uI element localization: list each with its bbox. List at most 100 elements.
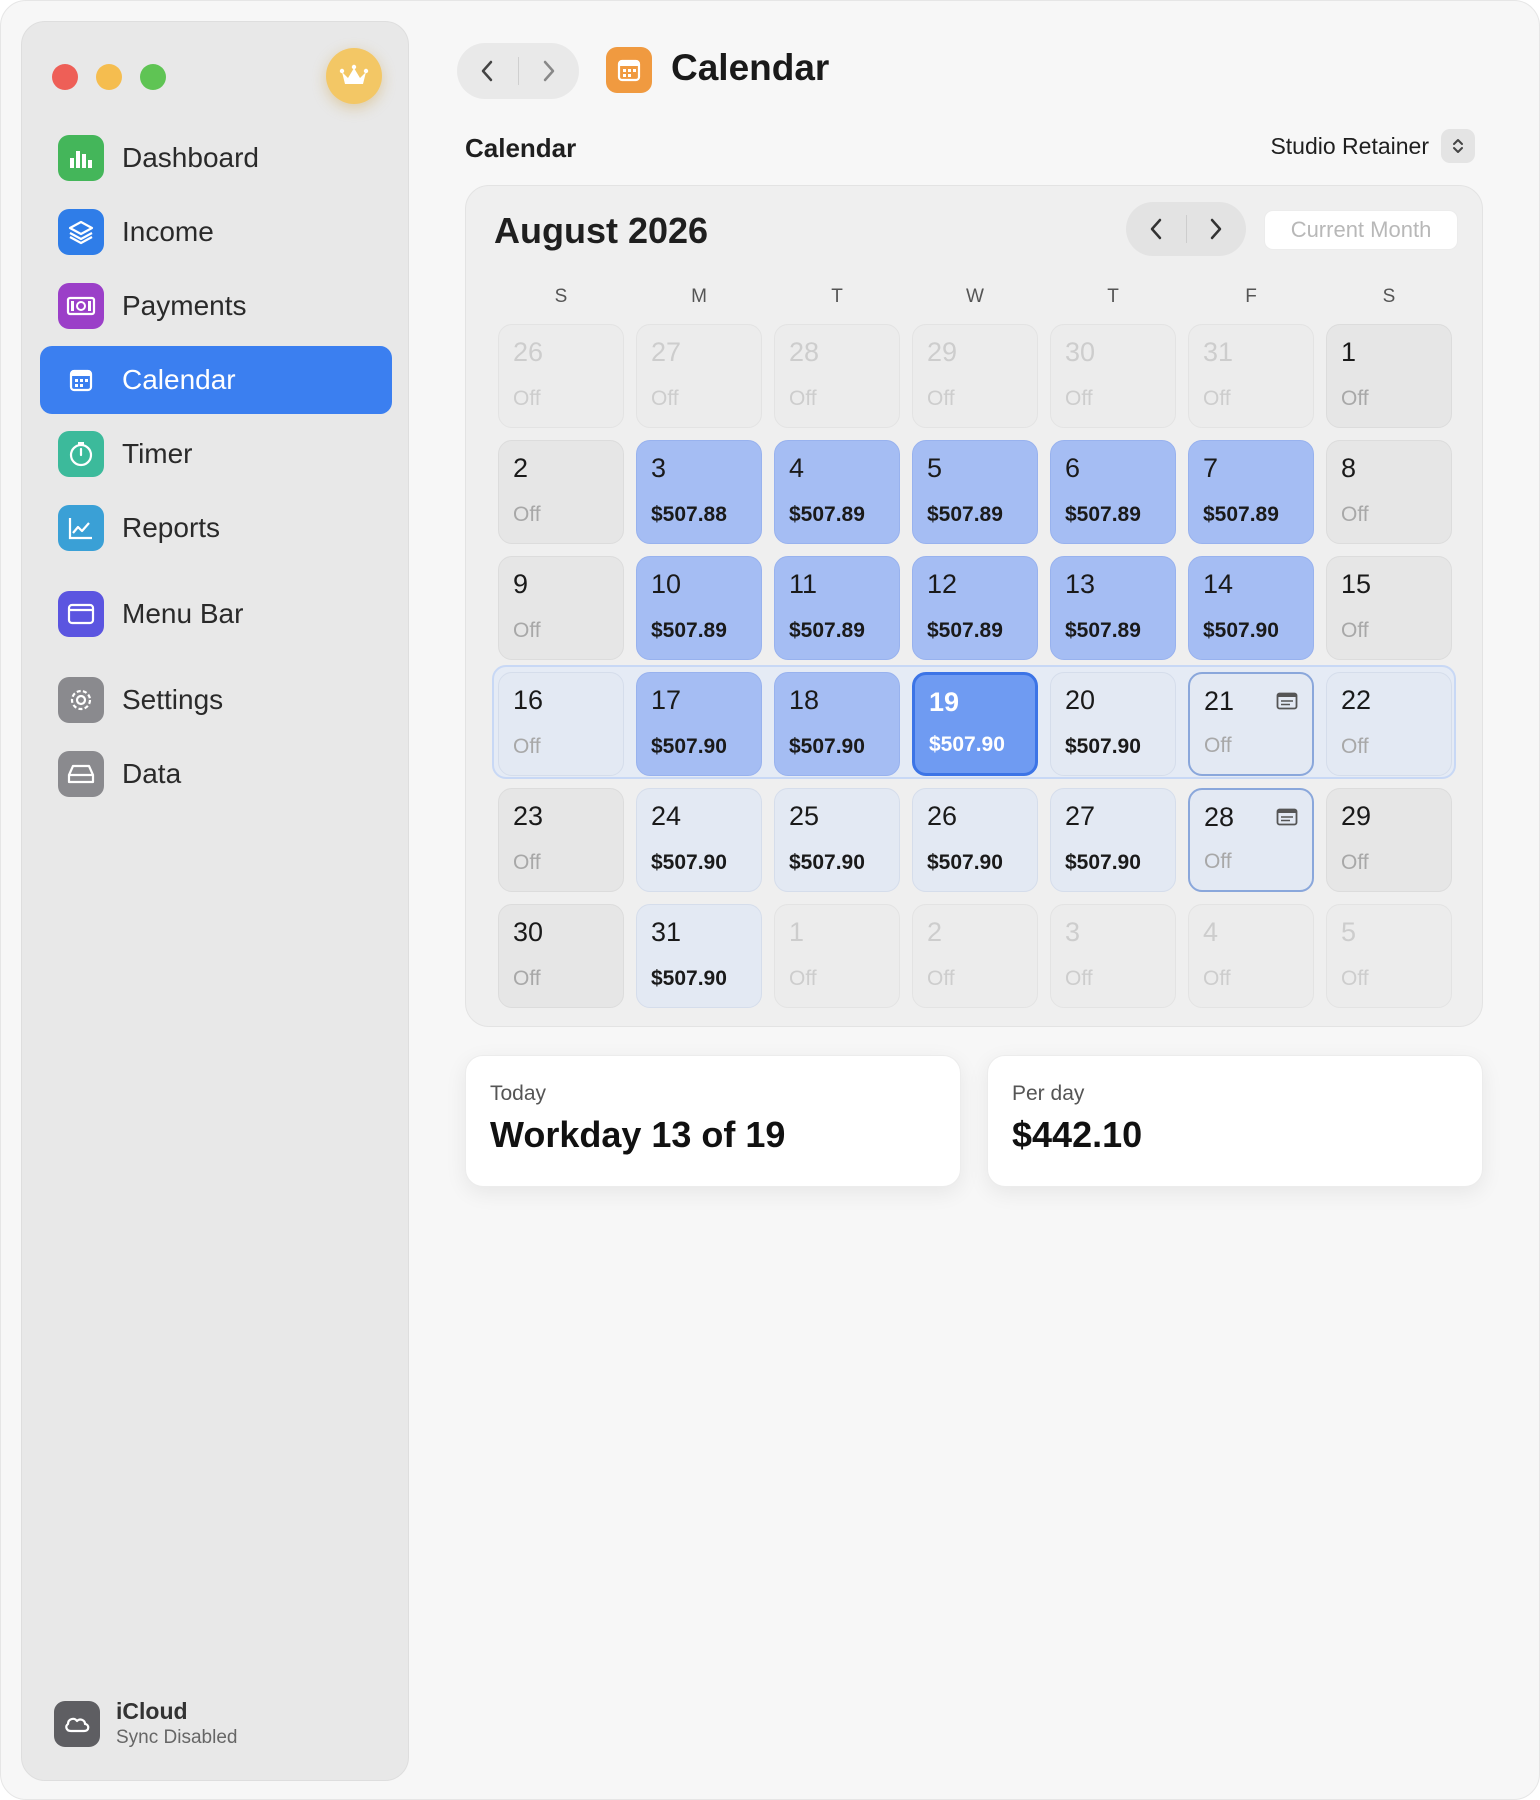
- day-amount: Off: [1203, 387, 1231, 410]
- day-number: 26: [927, 801, 958, 831]
- calendar-day-cell[interactable]: 24 $507.90: [636, 788, 762, 892]
- note-icon: [1276, 808, 1298, 831]
- day-amount: $507.90: [651, 735, 727, 758]
- window-icon: [58, 591, 104, 637]
- calendar-day-cell[interactable]: 29 Off: [912, 324, 1038, 428]
- day-number: 5: [927, 453, 943, 483]
- day-number: 30: [1065, 337, 1096, 367]
- chevron-right-icon: [543, 60, 554, 82]
- current-month-button[interactable]: Current Month: [1264, 210, 1458, 250]
- day-amount: $507.89: [651, 619, 727, 642]
- sidebar-item-label: Income: [122, 216, 214, 247]
- calendar-day-cell[interactable]: 22 Off: [1326, 672, 1452, 776]
- day-number: 31: [1203, 337, 1234, 367]
- calendar-day-cell[interactable]: 6 $507.89: [1050, 440, 1176, 544]
- calendar-day-cell[interactable]: 26 $507.90: [912, 788, 1038, 892]
- sidebar-item-payments[interactable]: Payments: [40, 272, 392, 340]
- calendar-day-cell[interactable]: 14 $507.90: [1188, 556, 1314, 660]
- calendar-day-cell[interactable]: 20 $507.90: [1050, 672, 1176, 776]
- calendar-day-cell[interactable]: 9 Off: [498, 556, 624, 660]
- day-amount: Off: [1341, 851, 1369, 874]
- calendar-day-cell[interactable]: 8 Off: [1326, 440, 1452, 544]
- calendar-day-cell[interactable]: 19 $507.90: [912, 672, 1038, 776]
- calendar-day-cell[interactable]: 27 Off: [636, 324, 762, 428]
- project-picker[interactable]: Studio Retainer: [1270, 129, 1475, 163]
- day-number: 1: [1341, 337, 1357, 367]
- calendar-day-cell[interactable]: 28 Off: [1188, 788, 1314, 892]
- day-number: 19: [929, 687, 960, 717]
- day-number: 3: [651, 453, 667, 483]
- calendar-day-cell[interactable]: 11 $507.89: [774, 556, 900, 660]
- sidebar-item-timer[interactable]: Timer: [40, 420, 392, 488]
- day-amount: $507.90: [1065, 851, 1141, 874]
- day-number: 1: [789, 917, 805, 947]
- calendar-day-cell[interactable]: 1 Off: [774, 904, 900, 1008]
- day-amount: Off: [513, 967, 541, 990]
- day-amount: Off: [789, 387, 817, 410]
- sidebar-item-data[interactable]: Data: [40, 740, 392, 808]
- day-number: 3: [1065, 917, 1081, 947]
- calendar-day-cell[interactable]: 15 Off: [1326, 556, 1452, 660]
- calendar-day-cell[interactable]: 3 $507.88: [636, 440, 762, 544]
- calendar-day-cell[interactable]: 26 Off: [498, 324, 624, 428]
- crown-icon[interactable]: [326, 48, 382, 104]
- calendar-day-cell[interactable]: 1 Off: [1326, 324, 1452, 428]
- calendar-day-cell[interactable]: 25 $507.90: [774, 788, 900, 892]
- day-number: 29: [927, 337, 958, 367]
- calendar-day-cell[interactable]: 7 $507.89: [1188, 440, 1314, 544]
- calendar-day-cell[interactable]: 31 $507.90: [636, 904, 762, 1008]
- day-number: 22: [1341, 685, 1372, 715]
- calendar-day-cell[interactable]: 23 Off: [498, 788, 624, 892]
- calendar-day-cell[interactable]: 4 Off: [1188, 904, 1314, 1008]
- day-amount: Off: [1341, 387, 1369, 410]
- calendar-day-cell[interactable]: 16 Off: [498, 672, 624, 776]
- calendar-day-cell[interactable]: 4 $507.89: [774, 440, 900, 544]
- minimize-window-button[interactable]: [96, 64, 122, 90]
- drive-icon: [58, 751, 104, 797]
- sidebar-item-settings[interactable]: Settings: [40, 666, 392, 734]
- calendar-day-cell[interactable]: 17 $507.90: [636, 672, 762, 776]
- calendar-day-cell[interactable]: 31 Off: [1188, 324, 1314, 428]
- calendar-day-cell[interactable]: 30 Off: [1050, 324, 1176, 428]
- day-amount: Off: [513, 619, 541, 642]
- sidebar-item-menu-bar[interactable]: Menu Bar: [40, 580, 392, 648]
- calendar-day-cell[interactable]: 29 Off: [1326, 788, 1452, 892]
- calendar-day-cell[interactable]: 13 $507.89: [1050, 556, 1176, 660]
- calendar-day-cell[interactable]: 21 Off: [1188, 672, 1314, 776]
- calendar-day-cell[interactable]: 12 $507.89: [912, 556, 1038, 660]
- close-window-button[interactable]: [52, 64, 78, 90]
- calendar-day-cell[interactable]: 27 $507.90: [1050, 788, 1176, 892]
- calendar-day-cell[interactable]: 10 $507.89: [636, 556, 762, 660]
- calendar-day-cell[interactable]: 3 Off: [1050, 904, 1176, 1008]
- sidebar-item-income[interactable]: Income: [40, 198, 392, 266]
- day-number: 6: [1065, 453, 1081, 483]
- calendar-day-cell[interactable]: 2 Off: [498, 440, 624, 544]
- calendar-day-cell[interactable]: 5 Off: [1326, 904, 1452, 1008]
- forward-button[interactable]: [518, 43, 579, 99]
- gear-icon: [58, 677, 104, 723]
- calendar-day-cell[interactable]: 2 Off: [912, 904, 1038, 1008]
- weekday-label: T: [831, 286, 843, 307]
- day-amount: $507.88: [651, 503, 727, 526]
- sidebar-item-calendar[interactable]: Calendar: [40, 346, 392, 414]
- next-month-button[interactable]: [1186, 202, 1246, 256]
- day-number: 28: [789, 337, 820, 367]
- calendar-day-cell[interactable]: 18 $507.90: [774, 672, 900, 776]
- icloud-status[interactable]: iCloud Sync Disabled: [54, 1698, 237, 1749]
- sidebar-item-dashboard[interactable]: Dashboard: [40, 124, 392, 192]
- calendar-day-cell[interactable]: 28 Off: [774, 324, 900, 428]
- day-amount: $507.90: [651, 851, 727, 874]
- calendar-day-cell[interactable]: 5 $507.89: [912, 440, 1038, 544]
- weekday-label: S: [554, 286, 568, 307]
- zoom-window-button[interactable]: [140, 64, 166, 90]
- sidebar-item-label: Menu Bar: [122, 598, 244, 629]
- sidebar-item-label: Dashboard: [122, 142, 259, 173]
- calendar-day-cell[interactable]: 30 Off: [498, 904, 624, 1008]
- day-number: 17: [651, 685, 682, 715]
- weekday-label: W: [966, 286, 984, 307]
- back-button[interactable]: [457, 43, 518, 99]
- previous-month-button[interactable]: [1126, 202, 1186, 256]
- day-number: 23: [513, 801, 544, 831]
- sidebar-item-reports[interactable]: Reports: [40, 494, 392, 562]
- day-number: 4: [1203, 917, 1219, 947]
